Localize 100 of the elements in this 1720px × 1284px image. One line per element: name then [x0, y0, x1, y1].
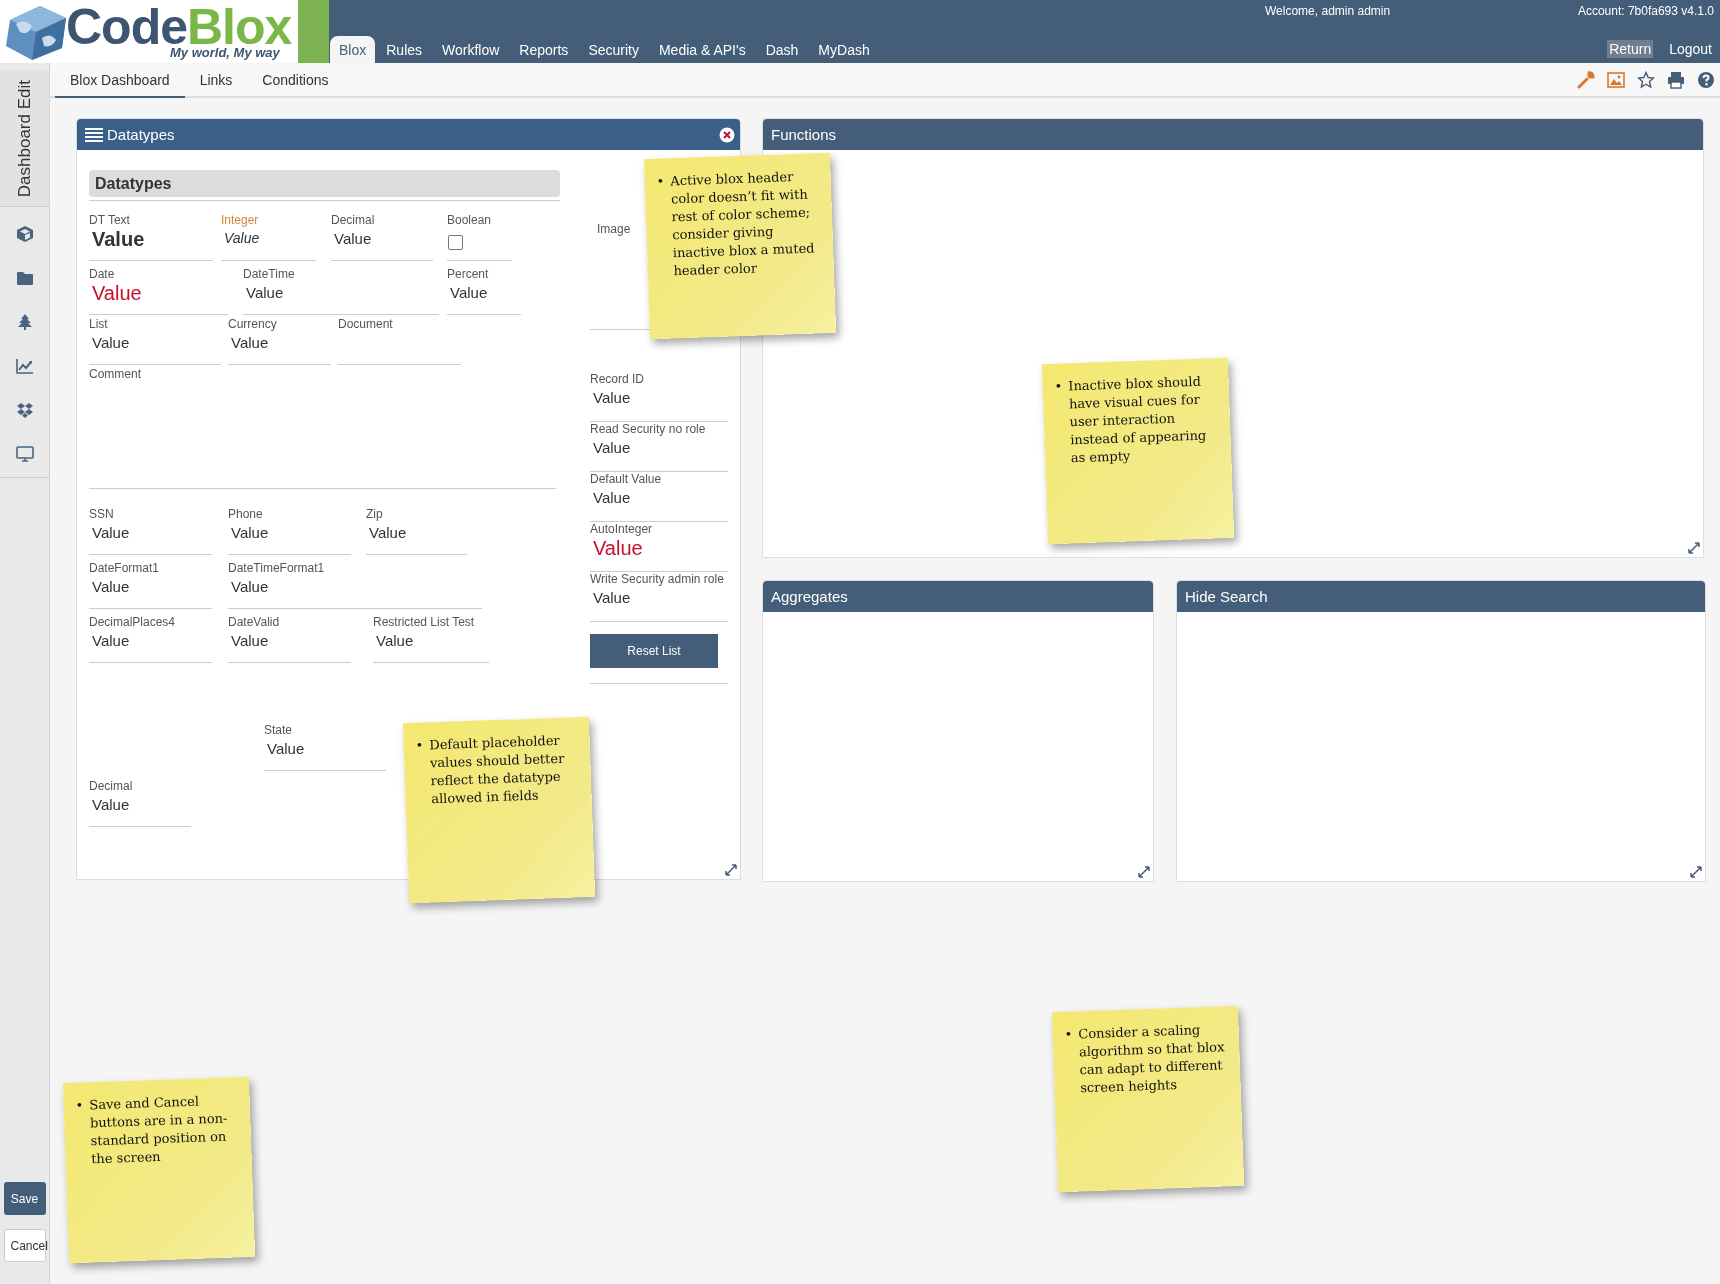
text-field[interactable]: Record ID Value [590, 372, 728, 422]
nav-tab[interactable]: Dash [756, 36, 808, 63]
field-label: Phone [228, 507, 264, 521]
text-field[interactable]: Percent Value [447, 267, 521, 315]
field-label: Decimal [89, 779, 134, 793]
field-label: Currency [228, 317, 278, 331]
text-field[interactable]: Write Security admin role Value [590, 572, 728, 622]
field-value: Value [246, 284, 285, 301]
field-label: DateTime [243, 267, 296, 281]
field-label: Date [89, 267, 116, 281]
welcome-text: Welcome, admin admin [1265, 4, 1391, 18]
field-value: Value [231, 632, 270, 649]
text-field[interactable]: Read Security no role Value [590, 422, 728, 472]
note-text: Save and Cancel buttons are in a non-standard position on the screen [89, 1092, 229, 1169]
logo-bar [298, 0, 329, 63]
field-label: Decimal [331, 213, 376, 227]
text-field[interactable]: AutoInteger Value [590, 522, 728, 572]
field-label: DT Text [89, 213, 131, 227]
expand-icon[interactable] [725, 864, 737, 876]
text-field[interactable]: Currency Value [228, 317, 331, 365]
text-field[interactable]: DateTime Value [243, 267, 439, 315]
field-label: List [89, 317, 109, 331]
field-value: Value [231, 578, 270, 595]
subnav-tab[interactable]: Conditions [247, 63, 344, 96]
text-field[interactable]: Date Value [89, 267, 228, 315]
field-value: Value [92, 282, 143, 305]
field-label: Percent [447, 267, 490, 281]
image-icon[interactable] [1607, 71, 1625, 89]
boxes-icon[interactable] [15, 401, 34, 419]
text-field[interactable]: Restricted List Test Value [373, 615, 489, 663]
cancel-button[interactable]: Cancel [3, 1229, 46, 1262]
star-icon[interactable] [1637, 71, 1655, 89]
monitor-icon[interactable] [15, 445, 34, 463]
sidebar-tab[interactable]: Dashboard Edit [0, 71, 49, 207]
subnav-tab[interactable]: Blox Dashboard [55, 63, 185, 98]
nav-tab[interactable]: Blox [330, 36, 376, 63]
field-label: Zip [366, 507, 384, 521]
menu-icon[interactable] [85, 127, 103, 142]
text-field[interactable]: DT Text Value [89, 213, 213, 261]
field-value: Value [92, 228, 146, 251]
cube-icon[interactable] [15, 225, 34, 243]
text-field[interactable]: DateFormat1 Value [89, 561, 212, 609]
chart-icon[interactable] [15, 357, 34, 375]
field-value: Value [231, 334, 270, 351]
field-value: Value [224, 230, 261, 246]
field-value: Value [593, 389, 632, 406]
text-field[interactable]: List Value [89, 317, 221, 365]
nav-tab[interactable]: Security [579, 36, 648, 63]
text-field[interactable]: SSN Value [89, 507, 212, 555]
text-field[interactable]: State Value [264, 723, 386, 771]
reset-list-button[interactable]: Reset List [590, 634, 718, 668]
field-label: Image [597, 222, 631, 236]
panel-title: Datatypes [77, 119, 740, 150]
panel-title: Hide Search [1177, 581, 1705, 612]
nav-tab[interactable]: Media & API's [649, 36, 755, 63]
field-value: Value [267, 740, 306, 757]
help-icon[interactable] [1697, 71, 1715, 89]
field-label: Default Value [590, 472, 663, 486]
text-field[interactable]: Zip Value [366, 507, 467, 555]
expand-icon[interactable] [1690, 866, 1702, 878]
text-field[interactable]: DateValid Value [228, 615, 351, 663]
field-value: Value [334, 230, 373, 247]
nav-tab[interactable]: Reports [510, 36, 578, 63]
field-value: Value [92, 632, 131, 649]
field-value: Value [593, 589, 632, 606]
close-icon[interactable] [719, 127, 735, 143]
bullet-mark: • [75, 1096, 84, 1115]
bullet-mark: • [1054, 377, 1063, 396]
header-link[interactable]: Return [1607, 40, 1654, 58]
expand-icon[interactable] [1138, 866, 1150, 878]
text-field[interactable]: DecimalPlaces4 Value [89, 615, 212, 663]
nav-tab[interactable]: Rules [377, 36, 432, 63]
text-field[interactable]: Default Value Value [590, 472, 728, 522]
text-field[interactable]: Decimal Value [89, 779, 191, 827]
field-label: DateTimeFormat1 [228, 561, 326, 575]
checkbox[interactable] [448, 235, 463, 250]
save-button[interactable]: Save [3, 1182, 46, 1215]
note-text: Consider a scaling algorithm so that blox can adapt to different screen heights [1078, 1021, 1226, 1098]
panel-title: Aggregates [763, 581, 1153, 612]
wrench-icon[interactable] [1577, 71, 1595, 89]
nav-tab[interactable]: MyDash [809, 36, 879, 63]
text-field[interactable]: DateTimeFormat1 Value [228, 561, 482, 609]
text-field[interactable]: Integer Value [221, 213, 316, 261]
subnav-tab[interactable]: Links [184, 63, 248, 96]
field-value: Value [450, 284, 489, 301]
print-icon[interactable] [1667, 71, 1685, 89]
header-link[interactable]: Logout [1667, 40, 1714, 58]
field-label: SSN [89, 507, 115, 521]
folder-icon[interactable] [15, 269, 34, 287]
text-field[interactable]: Phone Value [228, 507, 351, 555]
note-text: Default placeholder values should better reflect the datatype allowed in fields [429, 731, 566, 809]
text-field[interactable]: Decimal Value [331, 213, 433, 261]
field-value: Value [92, 334, 131, 351]
account-text: Account: 7b0fa693 v4.1.0 [1577, 4, 1714, 18]
nav-tab[interactable]: Workflow [433, 36, 509, 63]
field-label: Integer [221, 213, 260, 227]
field-value: Value [593, 489, 632, 506]
expand-icon[interactable] [1688, 542, 1700, 554]
field-label: Document [338, 317, 394, 331]
field-value: Value [92, 796, 131, 813]
